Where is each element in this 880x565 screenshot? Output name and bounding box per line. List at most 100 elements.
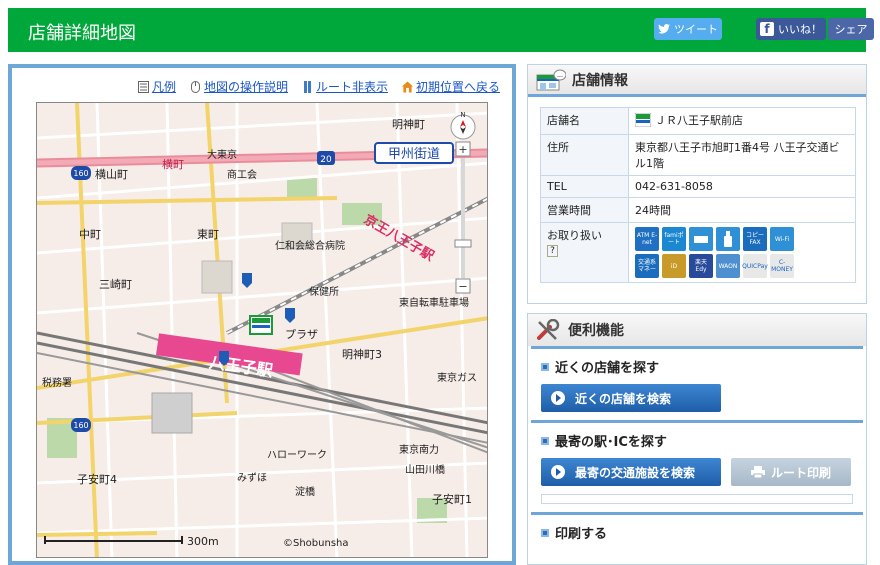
like-button[interactable]: f いいね！ — [756, 18, 826, 40]
facebook-icon: f — [760, 22, 774, 36]
map-panel: 凡例 地図の操作説明 ルート非表示 初期位置へ戻る 20 160 160 甲州街… — [8, 64, 516, 565]
result-area — [541, 494, 853, 504]
services-key-label: お取り扱い — [547, 229, 602, 242]
zoom-track[interactable] — [461, 158, 465, 278]
map-label: 税務署 — [42, 376, 72, 389]
map-label: 保健所 — [309, 285, 339, 298]
service-icons: ATM E-net famiポート コピー FAX Wi-Fi 交通系 マネー … — [635, 227, 849, 278]
transit-money-icon: 交通系 マネー — [635, 254, 659, 278]
map-label: 東京南力 — [399, 443, 439, 456]
tel-value: 042-631-8058 — [628, 175, 856, 198]
map-label: 東京ガス — [437, 371, 477, 384]
hours-value: 24時間 — [628, 197, 856, 223]
koshu-kaido-sign: 甲州街道 — [374, 142, 454, 164]
share-button[interactable]: シェア — [828, 18, 874, 40]
familymart-logo-icon — [635, 113, 651, 127]
help-icon[interactable]: ? — [547, 245, 558, 257]
zoom-in-icon[interactable]: + — [458, 143, 467, 156]
store-info-title: 店舗情報 — [572, 72, 628, 89]
share-label: シェア — [834, 23, 868, 36]
wifi-icon: Wi-Fi — [770, 227, 794, 251]
map-label: みずほ — [237, 472, 267, 484]
print-title-text: 印刷する — [555, 527, 608, 542]
map-label: 大東京 — [207, 148, 237, 161]
table-row: お取り扱い ? ATM E-net famiポート コピー FAX Wi-Fi … — [540, 222, 856, 283]
nearby-title-text: 近くの店舗を探す — [555, 361, 660, 376]
services-value: ATM E-net famiポート コピー FAX Wi-Fi 交通系 マネー … — [628, 222, 856, 283]
map-label: 東自転車駐車場 — [399, 296, 469, 309]
copy-fax-icon: コピー FAX — [743, 227, 767, 251]
route-160-shield: 160 — [71, 418, 91, 432]
table-row: TEL 042-631-8058 — [540, 175, 856, 198]
table-row: 店舗名 ＪＲ八王子駅前店 — [540, 107, 856, 135]
map-canvas[interactable]: 20 160 160 甲州街道 八王子駅 京王八王子駅 横山町 横町 中町 東町… — [36, 102, 488, 558]
nearby-title: 近くの店舗を探す — [541, 357, 853, 376]
map-copyright: ©Shobunsha — [283, 538, 349, 549]
store-name-text: ＪＲ八王子駅前店 — [655, 114, 743, 127]
operation-label: 地図の操作説明 — [203, 80, 288, 94]
station-search-button[interactable]: 最寄の交通施設を検索 — [541, 458, 721, 486]
route-hide-link[interactable]: ルート非表示 — [302, 78, 388, 95]
legend-icon — [137, 80, 149, 93]
map-label: プラザ — [285, 328, 318, 341]
tools-panel: 便利機能 近くの店舗を探す 近くの店舗を検索 最寄の駅･ICを探す 最寄の交通施… — [527, 313, 867, 565]
store-building-icon: ... — [536, 69, 566, 90]
map-label: 明神町3 — [342, 347, 382, 361]
map-label: ハローワーク — [267, 449, 327, 461]
hours-key: 営業時間 — [540, 197, 629, 223]
svg-text:...: ... — [557, 73, 563, 79]
station-section: 最寄の駅･ICを探す 最寄の交通施設を検索 ルート印刷 — [531, 420, 863, 512]
route-icon — [303, 80, 311, 93]
reset-position-label: 初期位置へ戻る — [415, 80, 500, 94]
legend-label: 凡例 — [151, 80, 176, 94]
printer-icon — [750, 466, 765, 478]
route-20-shield: 20 — [317, 151, 335, 165]
liquor-icon — [716, 227, 740, 251]
station-search-label: 最寄の交通施設を検索 — [575, 465, 696, 480]
operation-link[interactable]: 地図の操作説明 — [190, 78, 288, 95]
route-160-shield: 160 — [71, 166, 91, 180]
map-label: 淀橋 — [295, 485, 315, 498]
tweet-button[interactable]: ツイート — [654, 18, 722, 40]
tweet-label: ツイート — [674, 23, 718, 36]
page-header: 店舗詳細地図 ツイート f いいね！ シェア — [8, 8, 874, 52]
building — [201, 260, 233, 294]
store-info-header: ... 店舗情報 — [528, 65, 866, 97]
table-row: 営業時間 24時間 — [540, 197, 856, 223]
route-20-label: 20 — [320, 155, 332, 165]
mouse-icon — [190, 80, 200, 93]
map-svg[interactable]: 20 160 160 甲州街道 八王子駅 京王八王子駅 横山町 横町 中町 東町… — [37, 103, 488, 558]
bullet-square-icon — [541, 436, 549, 445]
bullet-square-icon — [541, 362, 549, 371]
koshu-kaido-label: 甲州街道 — [388, 147, 440, 162]
map-label: 東町 — [197, 228, 219, 241]
store-info-panel: ... 店舗情報 店舗名 ＪＲ八王子駅前店 住所 東京都八王子市旭町1番4号 八… — [527, 64, 867, 304]
tools-wrench-icon — [537, 319, 560, 340]
nearby-search-button[interactable]: 近くの店舗を検索 — [541, 384, 721, 412]
atm-enet-icon: ATM E-net — [635, 227, 659, 251]
play-icon — [551, 465, 565, 479]
store-info-table: 店舗名 ＪＲ八王子駅前店 住所 東京都八王子市旭町1番4号 八王子交通ビル1階 … — [540, 107, 856, 283]
like-label: いいね！ — [778, 23, 822, 36]
route-print-button[interactable]: ルート印刷 — [731, 458, 851, 486]
building — [151, 392, 193, 434]
map-scale-label: 300m — [187, 535, 219, 548]
tools-title: 便利機能 — [568, 323, 624, 339]
station-title: 最寄の駅･ICを探す — [541, 431, 853, 450]
zoom-out-icon[interactable]: − — [458, 280, 467, 293]
zoom-slider-handle[interactable] — [454, 239, 472, 248]
edy-icon: 楽天 Edy — [689, 254, 713, 278]
map-label: 子安町4 — [77, 472, 117, 486]
map-toolbar: 凡例 地図の操作説明 ルート非表示 初期位置へ戻る — [137, 78, 500, 95]
reset-position-link[interactable]: 初期位置へ戻る — [401, 78, 500, 95]
map-label: 明神町 — [392, 117, 425, 131]
tel-key: TEL — [540, 175, 629, 198]
legend-link[interactable]: 凡例 — [137, 78, 176, 95]
store-marker[interactable] — [249, 315, 273, 335]
map-label: 三崎町 — [99, 277, 132, 291]
page-title: 店舗詳細地図 — [28, 23, 136, 44]
address-value: 東京都八王子市旭町1番4号 八王子交通ビル1階 — [628, 134, 856, 176]
print-title: 印刷する — [541, 523, 853, 542]
famiport-icon: famiポート — [662, 227, 686, 251]
bullet-square-icon — [541, 528, 549, 537]
